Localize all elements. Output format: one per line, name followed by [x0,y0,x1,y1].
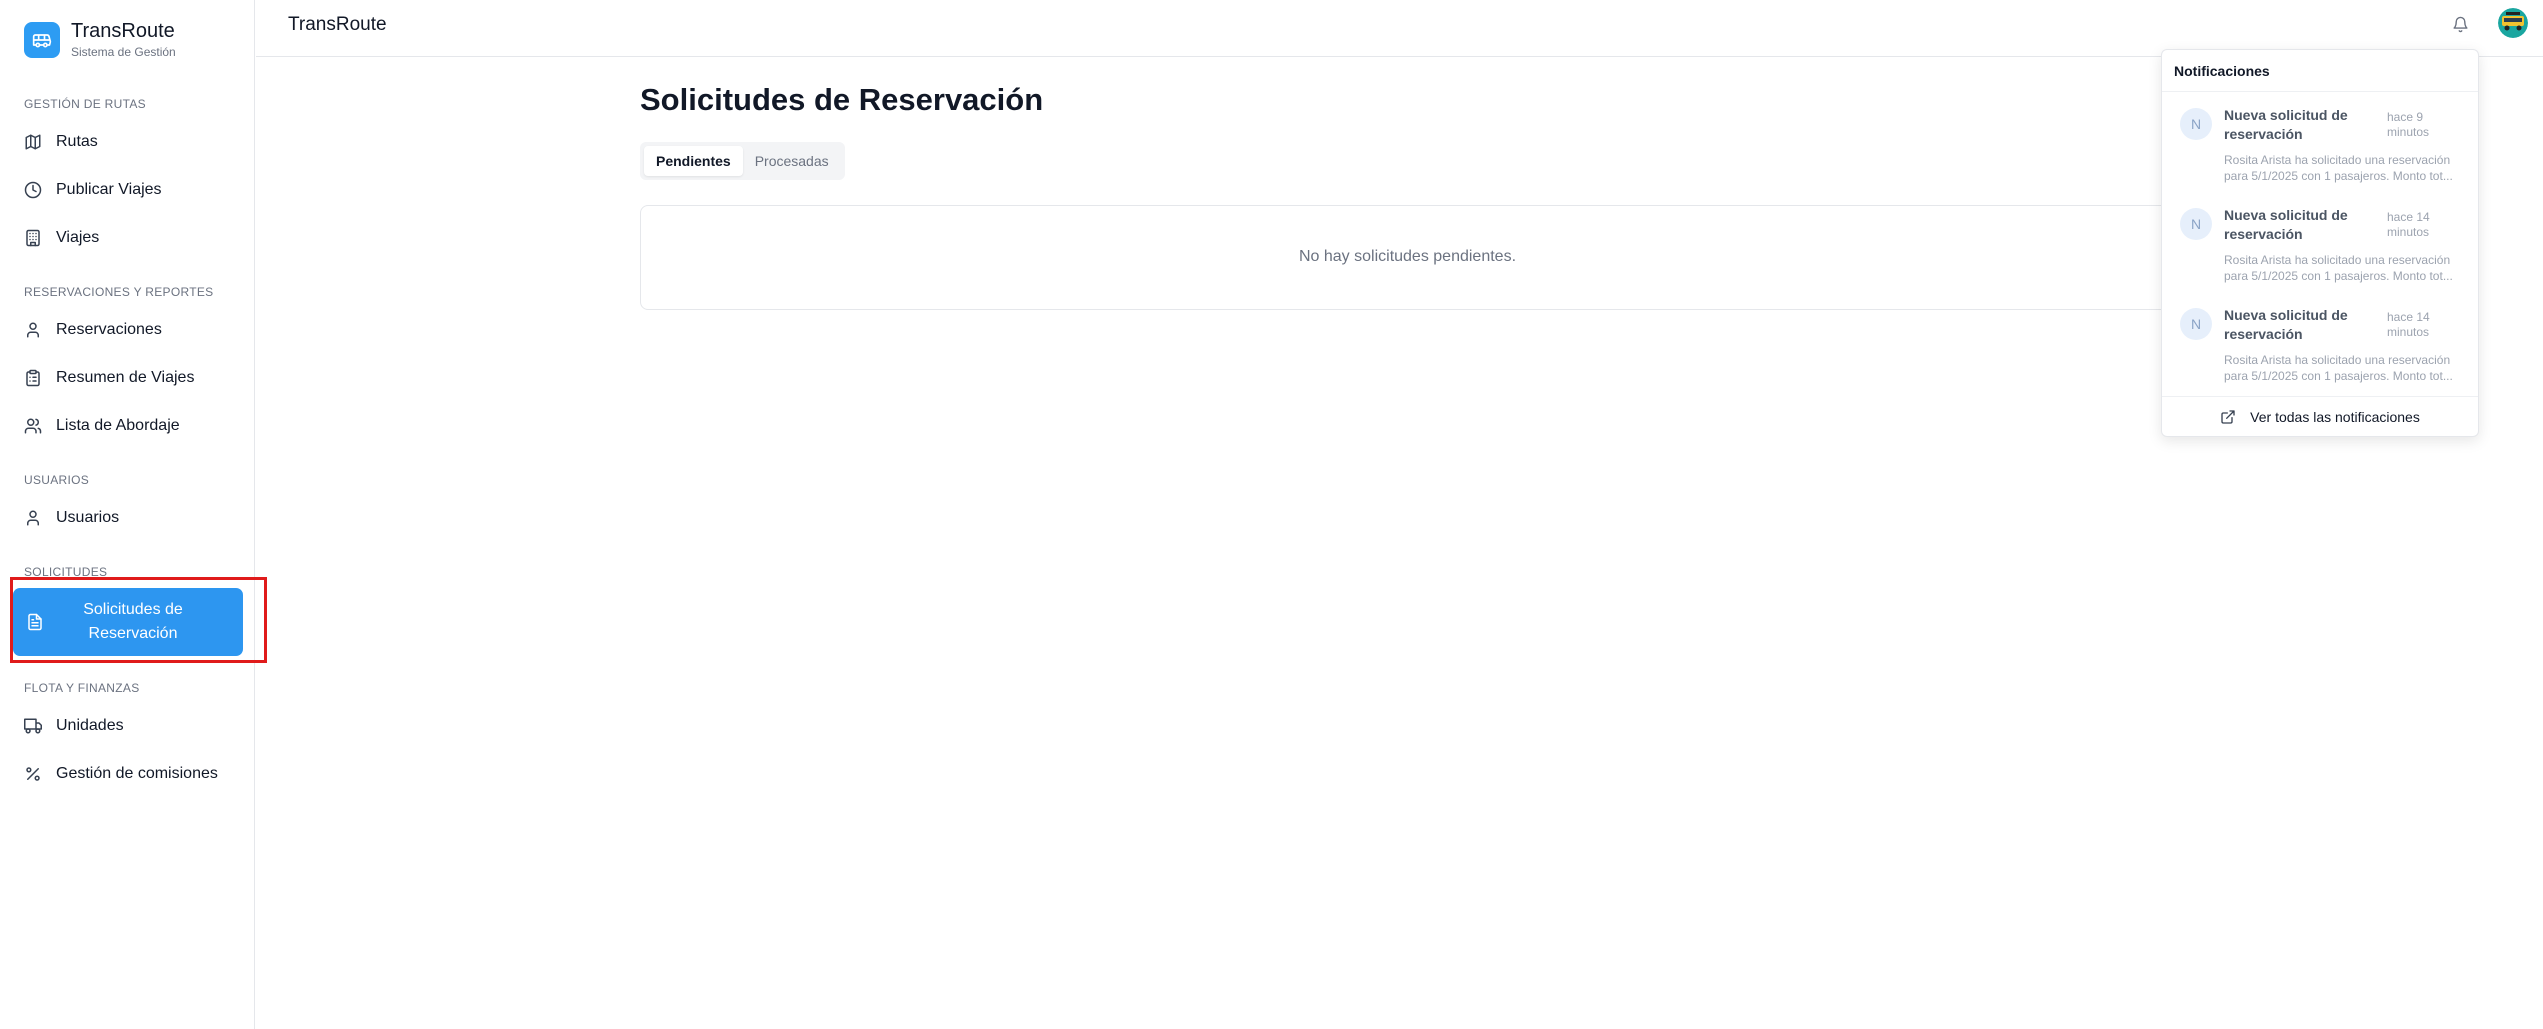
sidebar-item-gestion-comisiones[interactable]: Gestión de comisiones [24,759,218,789]
sidebar-item-unidades[interactable]: Unidades [24,711,124,741]
sidebar-item-label: Lista de Abordaje [56,417,180,434]
sidebar-item-label: Unidades [56,717,124,734]
sidebar-item-lista-abordaje[interactable]: Lista de Abordaje [24,411,180,441]
section-gestion-rutas: GESTIÓN DE RUTAS [24,97,146,111]
sidebar-item-reservaciones[interactable]: Reservaciones [24,315,162,345]
sidebar-item-label: Viajes [56,229,100,246]
empty-state-message: No hay solicitudes pendientes. [1298,248,1517,265]
sidebar-item-label: Solicitudes de Reservación [83,601,183,642]
view-all-notifications-link[interactable]: Ver todas las notificaciones [2162,396,2478,436]
notification-time: hace 9 minutos [2387,110,2430,139]
notification-item[interactable]: N Nueva solicitud de reservación hace 14… [2162,198,2478,298]
sidebar-item-label: Gestión de comisiones [56,765,218,782]
sidebar-item-viajes[interactable]: Viajes [24,223,99,253]
section-solicitudes: SOLICITUDES [24,565,108,579]
tab-pendientes[interactable]: Pendientes [644,146,743,176]
notification-title: Nueva solicitud de reservación [2224,207,2348,242]
section-reservaciones-reportes: RESERVACIONES Y REPORTES [24,285,214,299]
building-icon [26,229,40,247]
file-text-icon [28,613,42,631]
tab-procesadas[interactable]: Procesadas [743,146,841,176]
sidebar-item-resumen-viajes[interactable]: Resumen de Viajes [24,363,194,393]
notification-time: hace 14 minutos [2387,310,2430,339]
notification-title: Nueva solicitud de reservación [2224,307,2348,342]
notification-item[interactable]: N Nueva solicitud de reservación hace 14… [2162,298,2478,398]
sidebar-item-usuarios[interactable]: Usuarios [24,503,119,533]
sidebar-item-label: Rutas [56,133,98,150]
notification-title: Nueva solicitud de reservación [2224,107,2348,142]
sidebar: TransRoute Sistema de Gestión GESTIÓN DE… [0,0,267,1029]
users-icon [24,418,42,434]
sidebar-item-label: Usuarios [56,509,120,526]
bus-icon [24,22,60,58]
page-title: Solicitudes de Reservación [640,82,1044,117]
notification-time: hace 14 minutos [2387,210,2430,239]
bell-icon [2452,16,2468,32]
notification-body: Rosita Arista ha solicitado una reservac… [2224,253,2453,283]
sidebar-item-publicar-viajes[interactable]: Publicar Viajes [24,175,162,205]
external-link-icon [2221,409,2235,424]
notifications-title: Notificaciones [2162,50,2478,92]
sidebar-item-label: Resumen de Viajes [56,369,195,386]
clipboard-icon [26,369,40,387]
section-usuarios: USUARIOS [24,473,90,487]
notification-item[interactable]: N Nueva solicitud de reservación hace 9 … [2162,98,2478,198]
notifications-button[interactable] [2449,13,2471,35]
percent-icon [26,767,40,781]
avatar[interactable] [2498,8,2528,38]
sidebar-item-rutas[interactable]: Rutas [24,127,98,157]
notification-avatar: N [2180,208,2212,240]
clock-icon [24,181,42,199]
notification-avatar: N [2180,308,2212,340]
truck-icon [24,718,42,734]
notification-body: Rosita Arista ha solicitado una reservac… [2224,153,2453,183]
view-all-label: Ver todas las notificaciones [2250,408,2420,425]
map-icon [25,134,41,150]
user-icon [27,510,39,526]
section-flota-finanzas: FLOTA Y FINANZAS [24,681,140,695]
notification-avatar: N [2180,108,2212,140]
app-name: TransRoute [71,20,175,42]
sidebar-item-solicitudes-reservacion[interactable]: Solicitudes de Reservación [13,588,243,656]
requests-card: No hay solicitudes pendientes. [640,205,2175,310]
notifications-dropdown: Notificaciones N Nueva solicitud de rese… [2161,49,2479,437]
header-title: TransRoute [288,14,387,35]
notification-body: Rosita Arista ha solicitado una reservac… [2224,353,2453,383]
app-subtitle: Sistema de Gestión [71,45,176,59]
tabs: Pendientes Procesadas [640,142,845,180]
user-icon [27,322,39,338]
sidebar-item-label: Reservaciones [56,321,162,338]
sidebar-item-label: Publicar Viajes [56,181,162,198]
brand[interactable]: TransRoute Sistema de Gestión [24,20,176,60]
